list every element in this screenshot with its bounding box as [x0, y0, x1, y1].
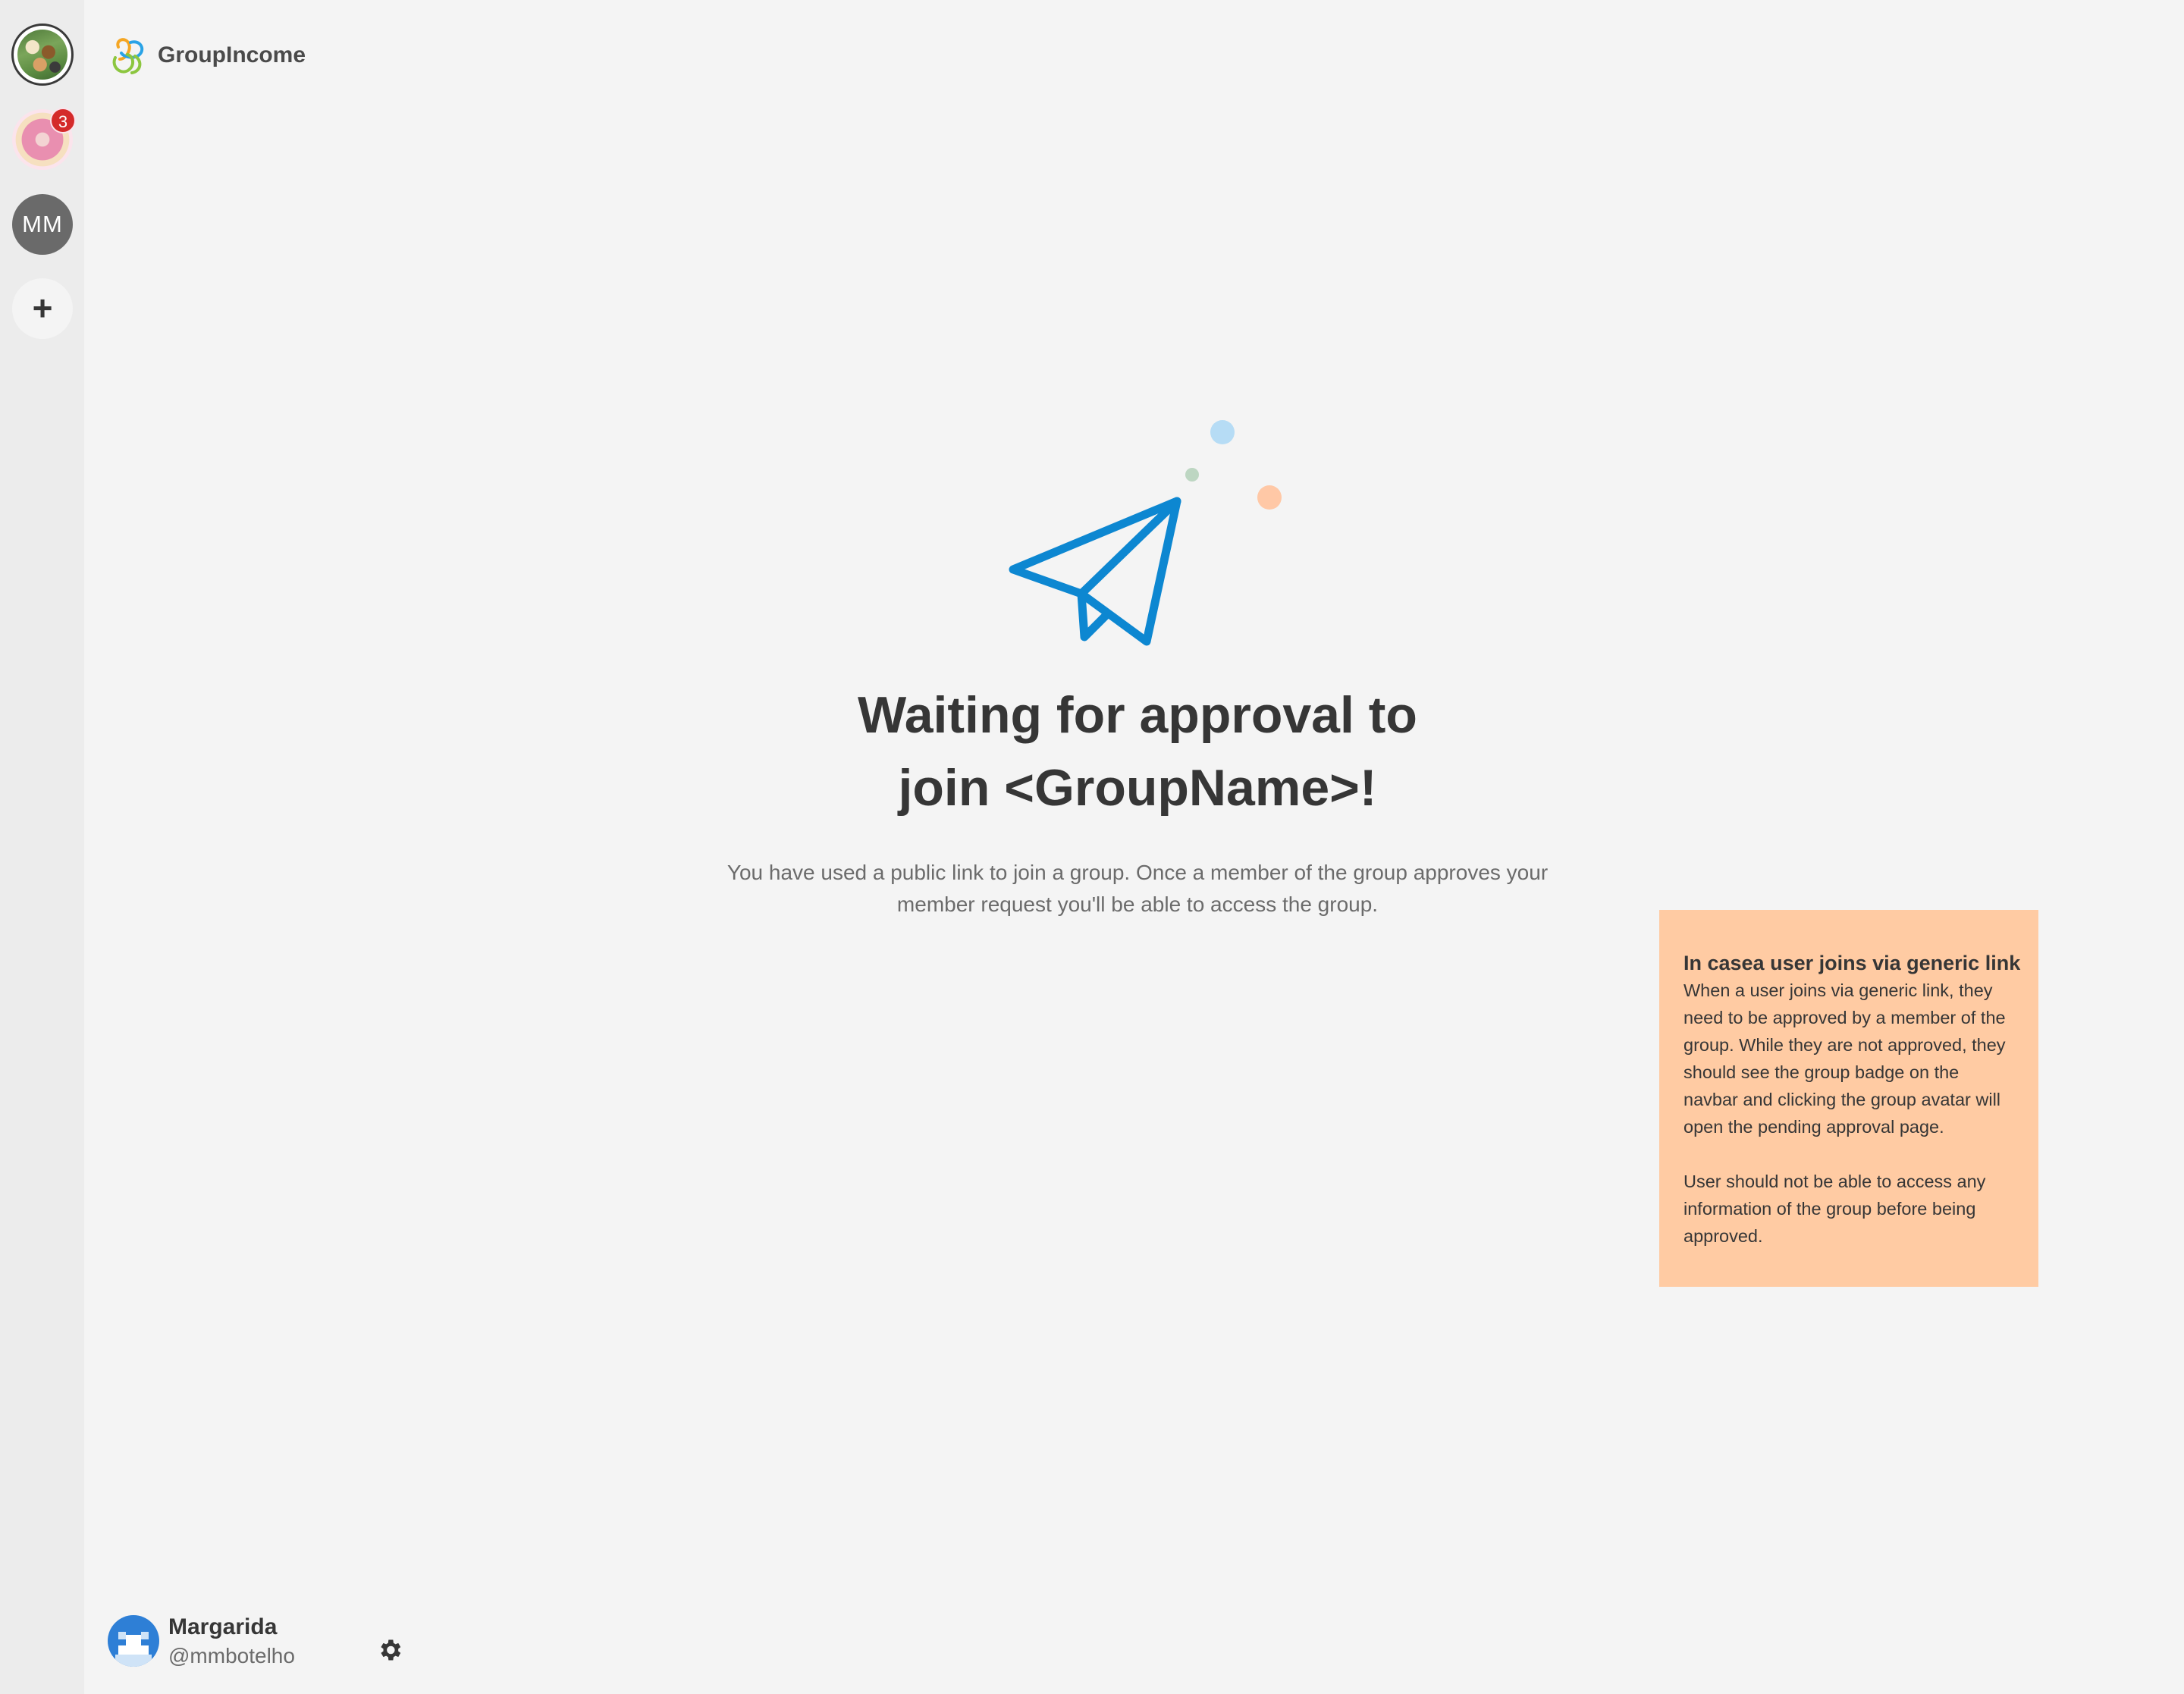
- paper-plane-icon: [1009, 497, 1181, 646]
- settings-gear-icon[interactable]: [376, 1636, 403, 1664]
- note-line: navbar and clicking the group avatar wil…: [1684, 1090, 2001, 1109]
- notification-badge: 3: [50, 108, 76, 133]
- decor-dot-green: [1185, 468, 1199, 482]
- note-line: open the pending approval page.: [1684, 1117, 1944, 1137]
- note-line: approved.: [1684, 1226, 1763, 1246]
- group-avatar-image: [17, 30, 67, 80]
- note-line: information of the group before being: [1684, 1199, 1976, 1219]
- app-logo[interactable]: GroupIncome: [108, 33, 306, 77]
- note-line: User should not be able to access any: [1684, 1172, 1986, 1191]
- group-avatar-animals[interactable]: [11, 24, 74, 86]
- note-paragraph-1: When a user joins via generic link, they…: [1684, 977, 2014, 1140]
- page-description: You have used a public link to join a gr…: [682, 857, 1592, 921]
- group-income-logo-icon: [112, 38, 144, 74]
- app-logo-text: GroupIncome: [158, 42, 306, 67]
- groups-sidebar: 3 MM +: [0, 0, 84, 1694]
- note-line: group. While they are not approved, they: [1684, 1035, 2006, 1055]
- decor-dot-blue: [1210, 420, 1235, 444]
- user-profile[interactable]: Margarida @mmbotelho: [108, 1612, 295, 1670]
- note-paragraph-2: User should not be able to access any in…: [1684, 1168, 2014, 1250]
- decor-dot-orange: [1257, 485, 1282, 510]
- group-avatar-donut[interactable]: 3: [12, 108, 76, 170]
- note-title: In casea user joins via generic link: [1684, 952, 2021, 974]
- profile-handle: @mmbotelho: [168, 1644, 295, 1667]
- profile-text: Margarida @mmbotelho: [168, 1612, 295, 1670]
- note-line: should see the group badge on the: [1684, 1062, 1960, 1082]
- paper-plane-illustration: [1009, 420, 1282, 646]
- description-line-2: member request you'll be able to access …: [896, 892, 1379, 916]
- note-spacer: [1684, 1140, 2014, 1168]
- profile-name: Margarida: [168, 1614, 278, 1639]
- page-title-line-2: join <GroupName>!: [898, 759, 1377, 817]
- note-line: need to be approved by a member of the: [1684, 1008, 2006, 1027]
- note-line: When a user joins via generic link, they: [1684, 980, 1993, 1000]
- avatar: [108, 1615, 159, 1667]
- page-title: Waiting for approval to join <GroupName>…: [607, 679, 1668, 824]
- description-line-1: You have used a public link to join a gr…: [726, 861, 1549, 884]
- annotation-note: In casea user joins via generic link Whe…: [1659, 910, 2038, 1287]
- add-group-button[interactable]: +: [12, 278, 73, 339]
- group-avatar-initials[interactable]: MM: [12, 194, 73, 255]
- page-title-line-1: Waiting for approval to: [858, 686, 1417, 744]
